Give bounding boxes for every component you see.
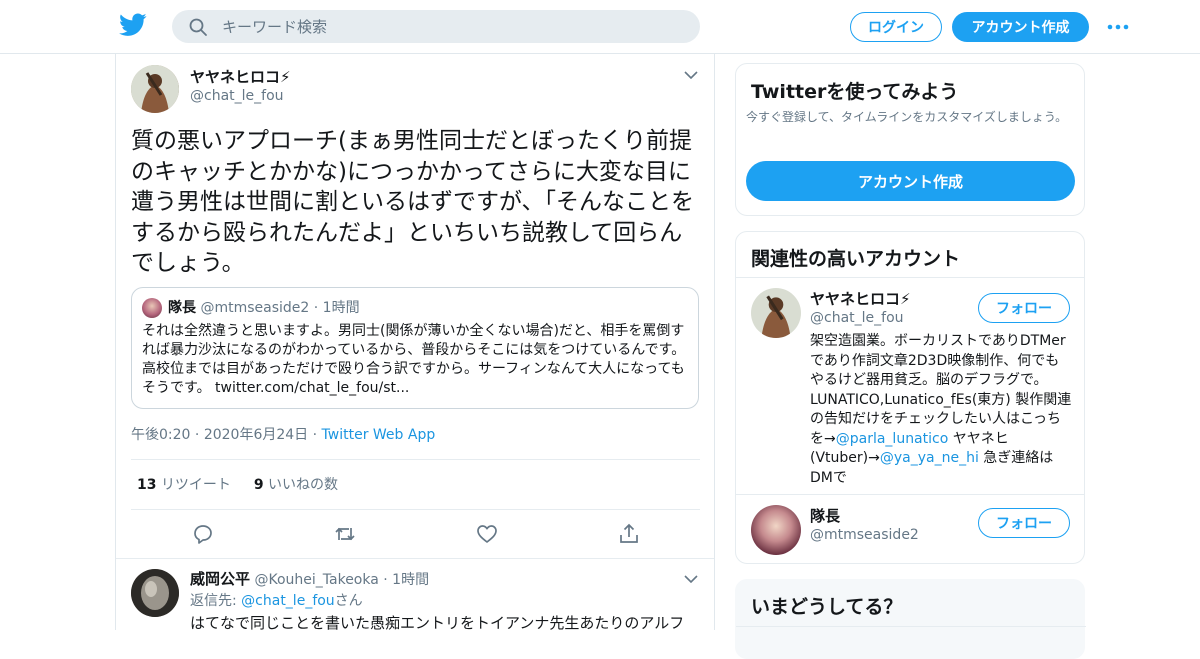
meta-separator: ·	[194, 427, 200, 443]
quote-author-handle: @mtmseaside2	[200, 300, 310, 316]
tweet-column: ヤヤネヒロコ⚡ @chat_le_fou 質の悪いアプローチ(まぁ男性同士だとぼ…	[115, 54, 715, 632]
like-count[interactable]: 9	[254, 477, 264, 493]
reply-timestamp[interactable]: 1時間	[392, 572, 429, 588]
reply-author-avatar[interactable]	[131, 569, 179, 617]
trends-card: いまどうしてる？	[735, 579, 1086, 659]
quote-text: それは全然違うと思いますよ。男同士(関係が薄いか全くない場合)だと、相手を罵倒す…	[142, 323, 686, 396]
tweet-time[interactable]: 午後0:20	[131, 427, 190, 443]
divider	[131, 509, 700, 510]
author-name[interactable]: ヤヤネヒロコ⚡	[190, 66, 291, 87]
reply-to-label: 返信先:	[190, 593, 237, 609]
twitter-bird-icon[interactable]	[119, 13, 147, 37]
tweet-actions	[116, 518, 714, 550]
signup-card: Twitterを使ってみよう 今すぐ登録して、タイムラインをカスタマイズしましょ…	[735, 63, 1085, 216]
chevron-down-icon[interactable]	[684, 71, 698, 79]
author-avatar[interactable]	[131, 65, 179, 113]
reply-tweet[interactable]: 威岡公平 @Kouhei_Takeoka · 1時間 返信先: @chat_le…	[116, 558, 714, 632]
tweet-metadata: 午後0:20 · 2020年6月24日 · Twitter Web App	[131, 424, 435, 444]
tweet-date[interactable]: 2020年6月24日	[204, 427, 308, 443]
related-accounts-title: 関連性の高いアカウント	[751, 248, 961, 270]
share-icon[interactable]	[617, 522, 641, 546]
bio-mention-link[interactable]: @parla_lunatico	[836, 431, 949, 447]
search-input[interactable]	[222, 10, 682, 43]
signup-card-button[interactable]: アカウント作成	[746, 161, 1075, 201]
related-account-item[interactable]: ヤヤネヒロコ⚡ @chat_le_fou フォロー 架空造園業。ボーカリストであ…	[736, 278, 1084, 494]
related-account-name[interactable]: ヤヤネヒロコ⚡	[810, 288, 911, 309]
trends-title: いまどうしてる？	[751, 596, 903, 618]
signup-card-title: Twitterを使ってみよう	[751, 81, 959, 103]
quote-timestamp: 1時間	[322, 300, 360, 316]
more-options-icon[interactable]	[1107, 24, 1129, 30]
reply-icon[interactable]	[191, 522, 215, 546]
retweet-label[interactable]: リツイート	[161, 477, 231, 493]
reply-separator: ·	[383, 572, 388, 588]
tweet-text: 質の悪いアプローチ(まぁ男性同士だとぼったくり前提のキャッチとかかな)につっかか…	[131, 128, 695, 276]
bio-mention-link[interactable]: @ya_ya_ne_hi	[880, 450, 979, 466]
signup-card-description: 今すぐ登録して、タイムラインをカスタマイズしましょう。	[746, 110, 1068, 124]
quote-author-name: 隊長	[168, 300, 196, 316]
related-account-avatar-image	[751, 288, 801, 338]
like-icon[interactable]	[475, 522, 499, 546]
search-box[interactable]	[172, 10, 700, 43]
chevron-down-icon[interactable]	[684, 575, 698, 583]
retweet-count[interactable]: 13	[137, 477, 156, 493]
reply-author-handle[interactable]: @Kouhei_Takeoka	[254, 572, 378, 588]
related-account-name[interactable]: 隊長	[810, 505, 840, 526]
bio-text: 架空造園業。ボーカリストでありDTMerであり作詞文章2D3D映像制作、何でもや…	[810, 333, 1072, 447]
reply-author-avatar-image	[131, 569, 179, 617]
retweet-icon[interactable]	[333, 522, 357, 546]
login-button[interactable]: ログイン	[850, 12, 942, 42]
signup-button[interactable]: アカウント作成	[952, 12, 1089, 42]
quote-separator: ·	[313, 300, 319, 316]
reply-to-suffix: さん	[334, 593, 363, 609]
related-account-item[interactable]: 隊長 @mtmseaside2 フォロー	[736, 495, 1084, 563]
quote-author-avatar	[142, 298, 162, 318]
follow-button[interactable]: フォロー	[978, 293, 1070, 323]
author-handle[interactable]: @chat_le_fou	[190, 88, 284, 104]
related-account-avatar[interactable]	[751, 505, 801, 555]
related-account-avatar[interactable]	[751, 288, 801, 338]
like-label[interactable]: いいねの数	[268, 477, 338, 493]
meta-separator: ·	[312, 427, 318, 443]
related-account-handle[interactable]: @chat_le_fou	[810, 310, 904, 326]
quoted-tweet[interactable]: 隊長 @mtmseaside2 · 1時間 それは全然違うと思いますよ。男同士(…	[131, 287, 699, 409]
search-icon	[189, 18, 207, 36]
reply-to-handle[interactable]: @chat_le_fou	[241, 593, 335, 609]
related-account-bio: 架空造園業。ボーカリストでありDTMerであり作詞文章2D3D映像制作、何でもや…	[810, 332, 1072, 488]
author-avatar-image	[131, 65, 179, 113]
divider	[131, 459, 700, 460]
tweet-stats: 13 リツイート 9 いいねの数	[137, 474, 338, 494]
top-navigation-bar: ログイン アカウント作成	[0, 0, 1200, 54]
tweet-source-link[interactable]: Twitter Web App	[322, 427, 436, 443]
reply-to-line: 返信先: @chat_le_fouさん	[190, 590, 363, 610]
follow-button[interactable]: フォロー	[978, 508, 1070, 538]
divider	[736, 626, 1086, 627]
reply-author-name[interactable]: 威岡公平	[190, 570, 250, 588]
related-account-handle[interactable]: @mtmseaside2	[810, 527, 919, 543]
related-accounts-card: 関連性の高いアカウント ヤヤネヒロコ⚡ @chat_le_fou フォロー 架空…	[735, 231, 1085, 564]
